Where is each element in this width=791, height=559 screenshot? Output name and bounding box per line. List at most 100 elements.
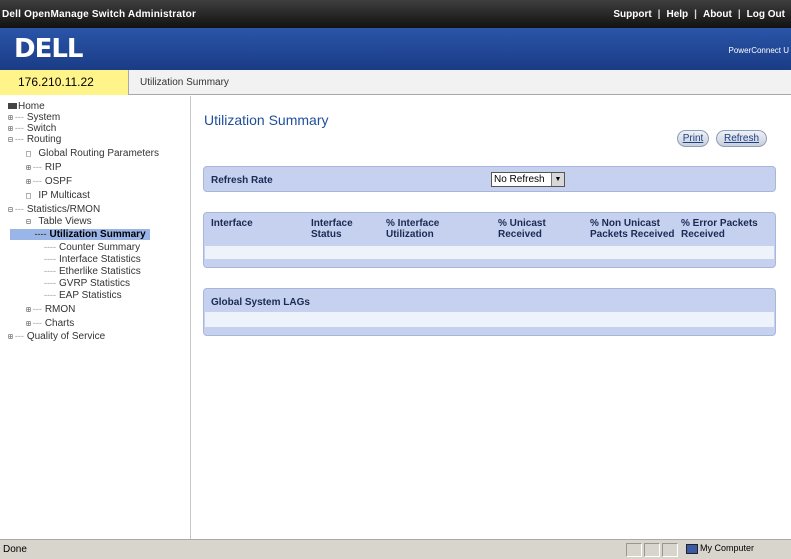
- print-button[interactable]: Print: [677, 130, 709, 147]
- tree-item-utilization-summary[interactable]: ---- Utilization Summary: [10, 229, 150, 240]
- column-header-interface: Interface: [211, 218, 253, 229]
- refresh-button[interactable]: Refresh: [716, 130, 767, 147]
- top-links: Support | Help | About | Log Out: [607, 9, 791, 20]
- tree-item-home[interactable]: Home: [8, 101, 45, 112]
- column-header-line: Interface: [211, 218, 253, 229]
- title-bar: Dell OpenManage Switch Administrator Sup…: [0, 0, 791, 28]
- tree-label: Counter Summary: [59, 242, 141, 253]
- tree-item-rmon[interactable]: ⊞ --- RMON: [26, 304, 75, 315]
- tree-label: Home: [18, 101, 45, 112]
- tree-item-counter-summary[interactable]: ---- Counter Summary: [44, 242, 140, 253]
- connector: ---: [32, 304, 42, 314]
- tree-item-gvrp-statistics[interactable]: ---- GVRP Statistics: [44, 278, 130, 289]
- column-header-unicast: % Unicast Received: [498, 218, 546, 240]
- connector: ---: [32, 176, 42, 186]
- tree-label: Quality of Service: [26, 331, 106, 342]
- expand-icon[interactable]: ⊞: [26, 305, 31, 314]
- column-header-error-packets: % Error Packets Received: [681, 218, 758, 240]
- connector: ----: [44, 242, 56, 252]
- page-icon: □: [26, 149, 31, 158]
- connector: ---: [32, 318, 42, 328]
- lags-label: Global System LAGs: [211, 297, 310, 308]
- security-zone: My Computer: [686, 543, 754, 554]
- connector: ---: [14, 134, 24, 144]
- tree-item-etherlike-statistics[interactable]: ---- Etherlike Statistics: [44, 266, 141, 277]
- connector: ---: [14, 331, 24, 341]
- table-row: [205, 312, 774, 327]
- connector: ----: [44, 278, 56, 288]
- support-link[interactable]: Support: [607, 9, 657, 20]
- tree-label: Table Views: [38, 216, 92, 227]
- tree-item-charts[interactable]: ⊞ --- Charts: [26, 318, 74, 329]
- expand-icon[interactable]: ⊞: [8, 332, 13, 341]
- tree-item-table-views[interactable]: ⊟ Table Views: [26, 216, 92, 227]
- collapse-icon[interactable]: ⊟: [26, 217, 31, 226]
- connector: ----: [44, 254, 56, 264]
- connector: ----: [44, 266, 56, 276]
- tree-label: RMON: [44, 304, 76, 315]
- select-value: No Refresh: [494, 174, 545, 185]
- column-header-interface-status: Interface Status: [311, 218, 353, 240]
- column-header-line: Packets Received: [590, 229, 675, 240]
- tree-label: System: [26, 112, 61, 123]
- connector: ----: [12, 229, 47, 239]
- tree-label: Interface Statistics: [59, 254, 141, 265]
- tree-label: Global Routing Parameters: [38, 148, 160, 159]
- tree-item-qos[interactable]: ⊞ --- Quality of Service: [8, 331, 105, 342]
- status-cell: [626, 543, 642, 557]
- tree-label: Utilization Summary: [49, 229, 146, 240]
- collapse-icon[interactable]: ⊟: [8, 135, 13, 144]
- column-header-non-unicast: % Non Unicast Packets Received: [590, 218, 675, 240]
- tree-item-statistics[interactable]: ⊟ --- Statistics/RMON: [8, 204, 100, 215]
- home-icon: [8, 103, 17, 110]
- table-row: [205, 246, 774, 259]
- tree-label: Etherlike Statistics: [59, 266, 141, 277]
- navigation-tree: Home ⊞ --- System ⊞ --- Switch ⊟ --- Routing □…: [0, 96, 191, 539]
- chevron-down-icon[interactable]: ▼: [551, 173, 564, 186]
- tree-item-routing[interactable]: ⊟ --- Routing: [8, 134, 61, 145]
- collapse-icon[interactable]: ⊟: [8, 205, 13, 214]
- tree-item-switch[interactable]: ⊞ --- Switch: [8, 123, 56, 134]
- tree-item-global-routing[interactable]: □ Global Routing Parameters: [26, 148, 159, 159]
- lags-panel: Global System LAGs: [203, 288, 776, 336]
- expand-icon[interactable]: ⊞: [8, 113, 13, 122]
- expand-icon[interactable]: ⊞: [26, 319, 31, 328]
- help-link[interactable]: Help: [660, 9, 694, 20]
- brand-bar: DELL PowerConnect U: [0, 28, 791, 70]
- tree-item-interface-statistics[interactable]: ---- Interface Statistics: [44, 254, 141, 265]
- tree-item-rip[interactable]: ⊞ --- RIP: [26, 162, 62, 173]
- column-header-line: Interface: [311, 218, 353, 229]
- logout-link[interactable]: Log Out: [741, 9, 791, 20]
- expand-icon[interactable]: ⊞: [26, 163, 31, 172]
- refresh-rate-panel: Refresh Rate No Refresh ▼: [203, 166, 776, 192]
- app-title: Dell OpenManage Switch Administrator: [2, 9, 197, 20]
- product-name: PowerConnect U: [728, 46, 789, 55]
- address-bar: 176.210.11.22 Utilization Summary: [0, 70, 791, 95]
- tree-label: RIP: [44, 162, 62, 173]
- column-header-line: Received: [681, 229, 725, 240]
- tree-label: GVRP Statistics: [59, 278, 130, 289]
- connector: ---: [14, 123, 24, 133]
- refresh-rate-select[interactable]: No Refresh ▼: [491, 172, 565, 187]
- tree-label: Statistics/RMON: [26, 204, 101, 215]
- column-header-line: Received: [498, 229, 542, 240]
- about-link[interactable]: About: [697, 9, 738, 20]
- tree-label: Charts: [44, 318, 75, 329]
- expand-icon[interactable]: ⊞: [8, 124, 13, 133]
- expand-icon[interactable]: ⊞: [26, 177, 31, 186]
- column-header-line: % Error Packets: [681, 218, 758, 229]
- tree-item-ospf[interactable]: ⊞ --- OSPF: [26, 176, 72, 187]
- dell-logo: DELL: [14, 34, 83, 64]
- main-content: Utilization Summary Print Refresh Refres…: [192, 96, 791, 539]
- tree-item-ip-multicast[interactable]: □ IP Multicast: [26, 190, 90, 201]
- connector: ----: [44, 290, 56, 300]
- column-header-line: Status: [311, 229, 342, 240]
- column-header-utilization: % Interface Utilization: [386, 218, 439, 240]
- tree-item-system[interactable]: ⊞ --- System: [8, 112, 60, 123]
- tree-item-eap-statistics[interactable]: ---- EAP Statistics: [44, 290, 122, 301]
- status-bar: Done My Computer: [0, 539, 791, 559]
- column-header-line: Utilization: [386, 229, 434, 240]
- device-ip: 176.210.11.22: [0, 70, 129, 95]
- zone-label: My Computer: [700, 543, 755, 553]
- breadcrumb: Utilization Summary: [140, 77, 229, 88]
